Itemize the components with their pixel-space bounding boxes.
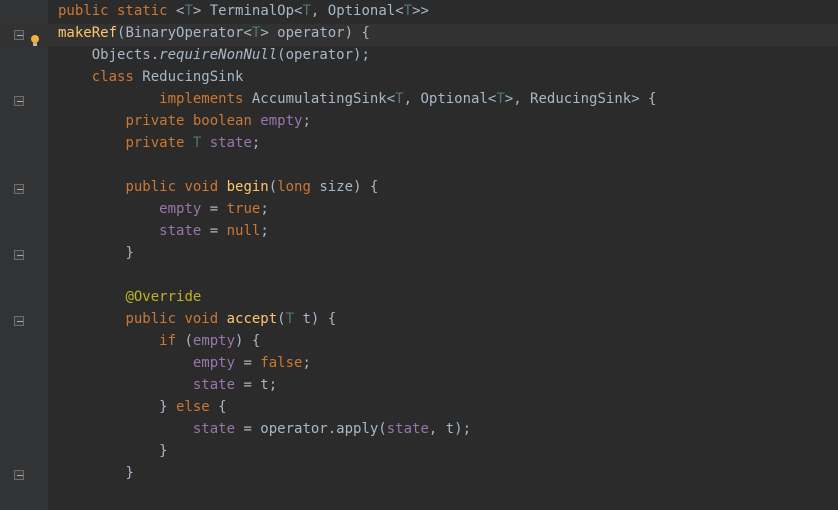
code-line[interactable]: public void begin(long size) { [58, 176, 656, 198]
code-area[interactable]: public static <T> TerminalOp<T, Optional… [58, 0, 656, 484]
code-line[interactable]: implements AccumulatingSink<T, Optional<… [58, 88, 656, 110]
editor-gutter [0, 0, 48, 510]
fold-ribbon [48, 0, 54, 510]
code-line[interactable]: public static <T> TerminalOp<T, Optional… [58, 0, 656, 22]
code-line[interactable]: } [58, 440, 656, 462]
code-line[interactable]: empty = false; [58, 352, 656, 374]
code-line[interactable]: class ReducingSink [58, 66, 656, 88]
code-line[interactable] [58, 264, 656, 286]
fold-toggle-icon[interactable] [14, 96, 24, 106]
fold-toggle-icon[interactable] [14, 316, 24, 326]
code-line[interactable]: state = t; [58, 374, 656, 396]
code-line[interactable]: if (empty) { [58, 330, 656, 352]
code-line[interactable]: private boolean empty; [58, 110, 656, 132]
code-line[interactable]: private T state; [58, 132, 656, 154]
code-line[interactable] [58, 154, 656, 176]
fold-toggle-icon[interactable] [14, 250, 24, 260]
fold-toggle-icon[interactable] [14, 470, 24, 480]
code-line[interactable]: state = operator.apply(state, t); [58, 418, 656, 440]
code-line[interactable]: } else { [58, 396, 656, 418]
fold-toggle-icon[interactable] [14, 30, 24, 40]
code-line[interactable]: makeRef(BinaryOperator<T> operator) { [58, 22, 656, 44]
code-line[interactable]: } [58, 242, 656, 264]
code-line[interactable]: state = null; [58, 220, 656, 242]
code-line[interactable]: public void accept(T t) { [58, 308, 656, 330]
code-line[interactable]: Objects.requireNonNull(operator); [58, 44, 656, 66]
code-line[interactable]: @Override [58, 286, 656, 308]
code-line[interactable]: empty = true; [58, 198, 656, 220]
intention-bulb-icon[interactable] [28, 34, 42, 48]
fold-toggle-icon[interactable] [14, 184, 24, 194]
code-line[interactable]: } [58, 462, 656, 484]
